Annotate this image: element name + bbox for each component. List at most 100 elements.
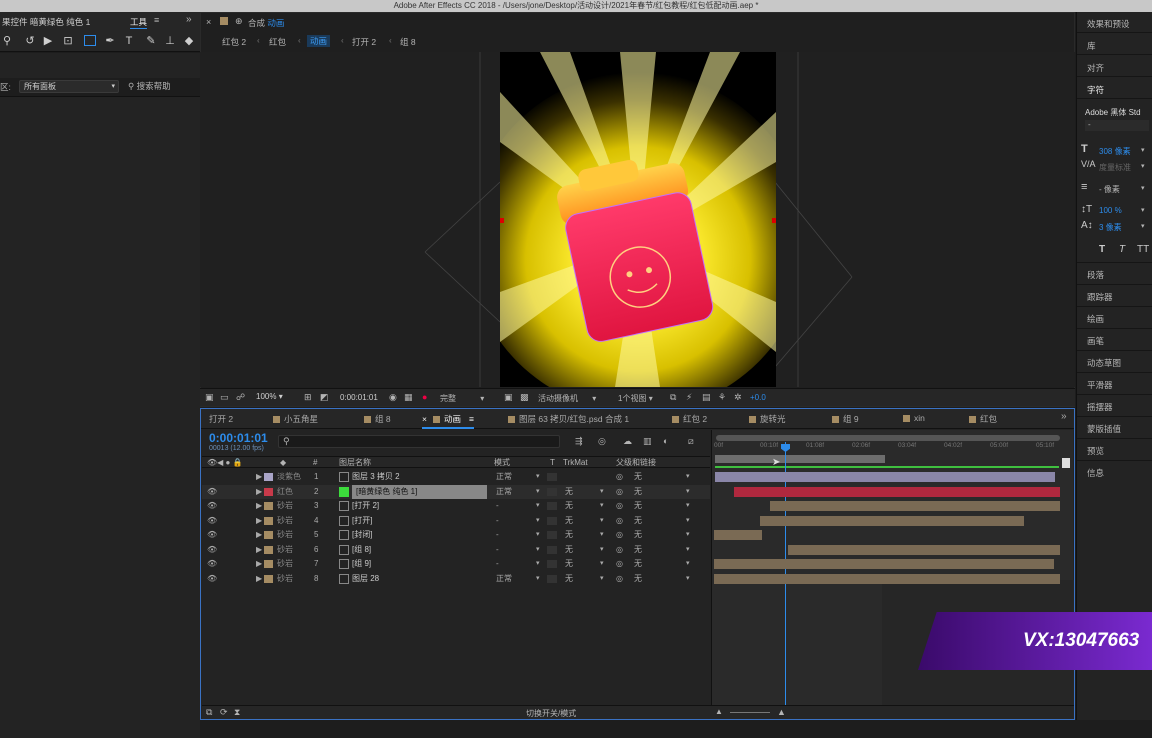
preserve-transparency-toggle[interactable]	[547, 473, 557, 481]
right-panel-item[interactable]: 画笔	[1087, 335, 1104, 347]
blend-mode-select[interactable]: -	[496, 543, 499, 557]
right-panel-item[interactable]: 跟踪器	[1087, 291, 1113, 303]
blend-mode-select[interactable]: -	[496, 557, 499, 571]
tab-timeline-10[interactable]: 红包	[969, 413, 997, 425]
right-panel-item[interactable]: 字符	[1087, 84, 1104, 96]
font-size-value[interactable]: 308 像素	[1099, 146, 1131, 157]
right-panel-item[interactable]: 段落	[1087, 269, 1104, 281]
chevron-down-icon[interactable]: ▾	[1141, 162, 1145, 170]
close-icon[interactable]: ×	[206, 17, 211, 27]
parent-select[interactable]: 无	[634, 528, 642, 542]
expand-triangle-icon[interactable]: ▶	[256, 543, 262, 557]
toggle-icon[interactable]: ⧉	[670, 392, 676, 403]
parent-pickwhip-icon[interactable]: ◎	[616, 543, 623, 557]
draft-3d-icon[interactable]: ◎	[598, 436, 606, 447]
close-icon[interactable]: ×	[422, 414, 427, 424]
label-color-swatch[interactable]	[264, 560, 273, 568]
pen-tool-icon[interactable]: ✒	[104, 35, 116, 47]
snapshot-icon[interactable]: ▣	[205, 392, 214, 403]
expand-triangle-icon[interactable]: ▶	[256, 528, 262, 542]
parent-pickwhip-icon[interactable]: ◎	[616, 499, 623, 513]
tab-timeline-6[interactable]: 红包 2	[672, 413, 707, 425]
panel-menu-icon[interactable]: ≡	[469, 414, 474, 424]
stroke-width-value[interactable]: - 像素	[1099, 184, 1120, 195]
tab-timeline-9[interactable]: xin	[903, 413, 925, 423]
right-panel-item[interactable]: 摇摆器	[1087, 401, 1113, 413]
right-panel-item[interactable]: 库	[1087, 40, 1096, 52]
parent-select[interactable]: 无	[634, 557, 642, 571]
trkmat-select[interactable]: 无	[565, 499, 573, 513]
kerning-value[interactable]: 度量标准	[1099, 162, 1131, 173]
viewer-timecode[interactable]: 0:00:01:01	[340, 393, 378, 402]
blend-mode-select[interactable]: -	[496, 499, 499, 513]
roi-icon[interactable]: ▣	[504, 392, 513, 403]
all-caps-icon[interactable]: TT	[1137, 244, 1149, 255]
panel-menu-icon[interactable]: ≡	[154, 15, 159, 25]
time-ruler[interactable]: 00f 00:10f 01:08f 02:06f 03:04f 04:02f 05:00f 0…	[712, 442, 1074, 454]
rotate-tool-icon[interactable]: ↺	[24, 35, 36, 47]
right-panel-item[interactable]: 蒙版插值	[1087, 423, 1121, 435]
layer-duration-bar[interactable]	[714, 530, 762, 540]
timeline-icon[interactable]: ▤	[702, 392, 711, 403]
parent-pickwhip-icon[interactable]: ◎	[616, 485, 623, 499]
eye-icon[interactable]: 👁	[207, 514, 217, 528]
camera-tool-icon[interactable]: ▶	[42, 35, 54, 47]
layer-duration-bar[interactable]	[715, 472, 1055, 482]
parent-pickwhip-icon[interactable]: ◎	[616, 528, 623, 542]
right-panel-item[interactable]: 动态草图	[1087, 357, 1121, 369]
in-out-icon[interactable]: ⟳	[220, 707, 228, 718]
lock-icon[interactable]: ⊕	[235, 16, 243, 27]
stretch-icon[interactable]: ⧗	[234, 707, 240, 718]
expand-triangle-icon[interactable]: ▶	[256, 470, 262, 484]
zoom-select[interactable]: 100% ▾	[252, 391, 298, 404]
tab-timeline-8[interactable]: 组 9	[832, 413, 859, 425]
transparency-icon[interactable]: ▩	[520, 392, 529, 403]
layer-name[interactable]: [封闭]	[352, 528, 372, 542]
crumb-1[interactable]: 红包 2	[222, 36, 246, 48]
eye-icon[interactable]: 👁	[207, 499, 217, 513]
tab-timeline-1[interactable]: 打开 2	[209, 413, 233, 425]
crumb-3-active[interactable]: 动画	[307, 35, 331, 47]
preserve-transparency-toggle[interactable]	[547, 545, 557, 554]
eye-icon[interactable]: 👁	[207, 557, 217, 571]
stamp-tool-icon[interactable]: ⊥	[164, 35, 176, 47]
right-panel-item[interactable]: 绘画	[1087, 313, 1104, 325]
layer-search-input[interactable]: ⚲	[278, 435, 560, 448]
panel-select[interactable]: 所有面板 ▾	[19, 80, 119, 93]
expand-icon[interactable]: »	[186, 14, 192, 25]
timeline-timecode[interactable]: 0:00:01:01	[209, 431, 268, 445]
tools-panel-title[interactable]: 工具	[130, 16, 148, 29]
expand-triangle-icon[interactable]: ▶	[256, 499, 262, 513]
crumb-2[interactable]: 红包	[269, 36, 286, 48]
color-icon[interactable]: ●	[422, 392, 427, 402]
mask-icon[interactable]: ☍	[236, 392, 245, 403]
chevron-down-icon[interactable]: ▾	[1141, 222, 1145, 230]
label-color-swatch[interactable]	[264, 516, 273, 525]
brush-tool-icon[interactable]: ✎	[145, 35, 157, 47]
layer-row[interactable]: 👁 ▶ 砂岩 3 [打开 2] - ▾ 无 ▾ ◎ 无 ▾	[202, 499, 710, 513]
eye-icon[interactable]: 👁	[207, 543, 217, 557]
preserve-transparency-toggle[interactable]	[547, 502, 557, 510]
crumb-5[interactable]: 组 8	[400, 36, 416, 48]
preserve-transparency-toggle[interactable]	[547, 531, 557, 539]
tab-timeline-2[interactable]: 小五角星	[273, 413, 318, 425]
parent-pickwhip-icon[interactable]: ◎	[616, 572, 623, 586]
label-color-swatch[interactable]	[264, 487, 273, 496]
preserve-transparency-toggle[interactable]	[547, 516, 557, 525]
trkmat-select[interactable]: 无	[565, 514, 573, 528]
more-tabs-icon[interactable]: »	[1061, 411, 1067, 422]
graph-editor-icon[interactable]: ⧄	[688, 436, 694, 447]
layer-name[interactable]: 图层 28	[352, 572, 379, 586]
shy-icon[interactable]: ☁	[623, 436, 632, 447]
zoom-in-icon[interactable]: ▲	[777, 707, 786, 717]
layer-name[interactable]: [组 9]	[352, 557, 371, 571]
layer-row[interactable]: ▶ 淡紫色 1 图层 3 拷贝 2 正常 ▾ ◎ 无 ▾	[202, 470, 710, 484]
layer-duration-bar[interactable]	[788, 544, 1060, 555]
parent-select[interactable]: 无	[634, 514, 642, 528]
quality-select[interactable]: 完整 ▾	[440, 393, 484, 404]
tab-timeline-active[interactable]: × 动画 ≡	[422, 413, 474, 429]
layer-row[interactable]: 👁 ▶ 砂岩 7 [组 9] - ▾ 无 ▾ ◎ 无 ▾	[202, 557, 710, 571]
camera-select[interactable]: 活动摄像机 ▾	[538, 393, 596, 404]
right-panel-item[interactable]: 信息	[1087, 467, 1104, 479]
chevron-down-icon[interactable]: ▾	[1141, 184, 1145, 192]
